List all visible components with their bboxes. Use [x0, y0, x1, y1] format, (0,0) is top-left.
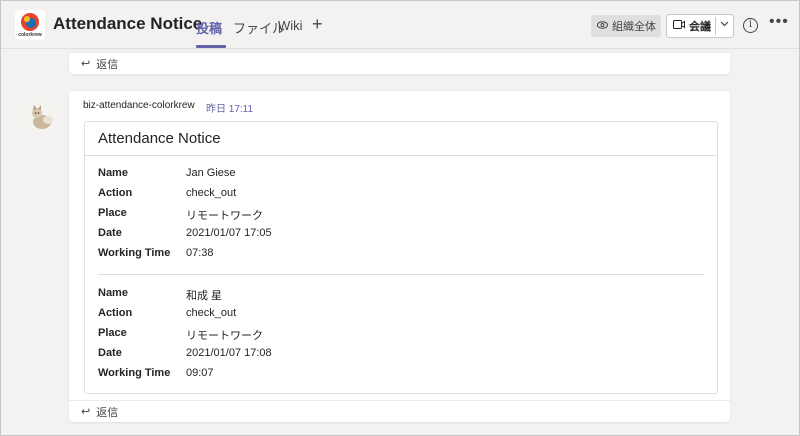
- channel-header: colorkrew Attendance Notice 投稿 ファイル Wiki…: [1, 1, 799, 49]
- field-label: Place: [98, 207, 127, 219]
- tab-posts[interactable]: 投稿: [196, 18, 222, 37]
- field-label: Working Time: [98, 367, 171, 379]
- field-value: 2021/01/07 17:05: [186, 227, 272, 239]
- field-value: 07:38: [186, 247, 214, 259]
- info-icon[interactable]: i: [743, 18, 758, 33]
- field-label: Action: [98, 187, 133, 199]
- logo-text: colorkrew: [18, 32, 42, 38]
- field-value: リモートワーク: [186, 330, 263, 342]
- cat-icon: [26, 100, 58, 132]
- field-value: 和成 星: [186, 290, 223, 302]
- field-value: check_out: [186, 187, 237, 199]
- add-tab-icon[interactable]: +: [312, 14, 323, 35]
- bot-avatar[interactable]: [26, 100, 58, 132]
- logo-yellow-circle: [24, 16, 30, 22]
- active-tab-indicator: [196, 45, 226, 48]
- reply-arrow-icon: ↩: [81, 406, 91, 418]
- field-label: Working Time: [98, 247, 171, 259]
- org-wide-label: 組織全体: [612, 21, 656, 33]
- field-value: Jan Giese: [186, 167, 236, 179]
- reply-arrow-icon: ↩: [81, 58, 91, 70]
- field-label: Action: [98, 307, 133, 319]
- field-label: Name: [98, 167, 128, 179]
- meet-label: 会議: [689, 21, 711, 33]
- video-camera-icon: [673, 20, 685, 32]
- adaptive-card: Attendance Notice Name Jan Giese Action …: [84, 121, 718, 394]
- field-label: Place: [98, 327, 127, 339]
- chevron-down-icon[interactable]: [720, 19, 729, 30]
- message-timestamp: 昨日 17:11: [206, 104, 254, 115]
- field-value: リモートワーク: [186, 210, 263, 222]
- field-value: 09:07: [186, 367, 214, 379]
- sender-name[interactable]: biz-attendance-colorkrew: [83, 100, 195, 111]
- reply-bar-previous[interactable]: ↩ 返信: [69, 52, 730, 74]
- reply-label: 返信: [96, 58, 119, 71]
- record-divider: [98, 274, 704, 275]
- field-label: Name: [98, 287, 128, 299]
- message-post: biz-attendance-colorkrew 昨日 17:11 Attend…: [69, 91, 730, 400]
- field-value: 2021/01/07 17:08: [186, 347, 272, 359]
- card-divider: [85, 155, 717, 156]
- reply-bar[interactable]: ↩ 返信: [69, 400, 730, 422]
- team-logo[interactable]: colorkrew: [15, 10, 45, 40]
- meet-divider: [715, 17, 716, 35]
- more-options-icon[interactable]: •••: [769, 13, 789, 31]
- field-label: Date: [98, 227, 122, 239]
- reply-label: 返信: [96, 406, 119, 419]
- eye-icon: [597, 20, 608, 32]
- card-title: Attendance Notice: [98, 130, 221, 147]
- tab-wiki[interactable]: Wiki: [278, 18, 303, 33]
- field-label: Date: [98, 347, 122, 359]
- channel-title: Attendance Notice: [53, 14, 203, 33]
- meet-button[interactable]: 会議: [666, 14, 734, 38]
- org-wide-badge[interactable]: 組織全体: [591, 15, 661, 37]
- field-value: check_out: [186, 307, 237, 319]
